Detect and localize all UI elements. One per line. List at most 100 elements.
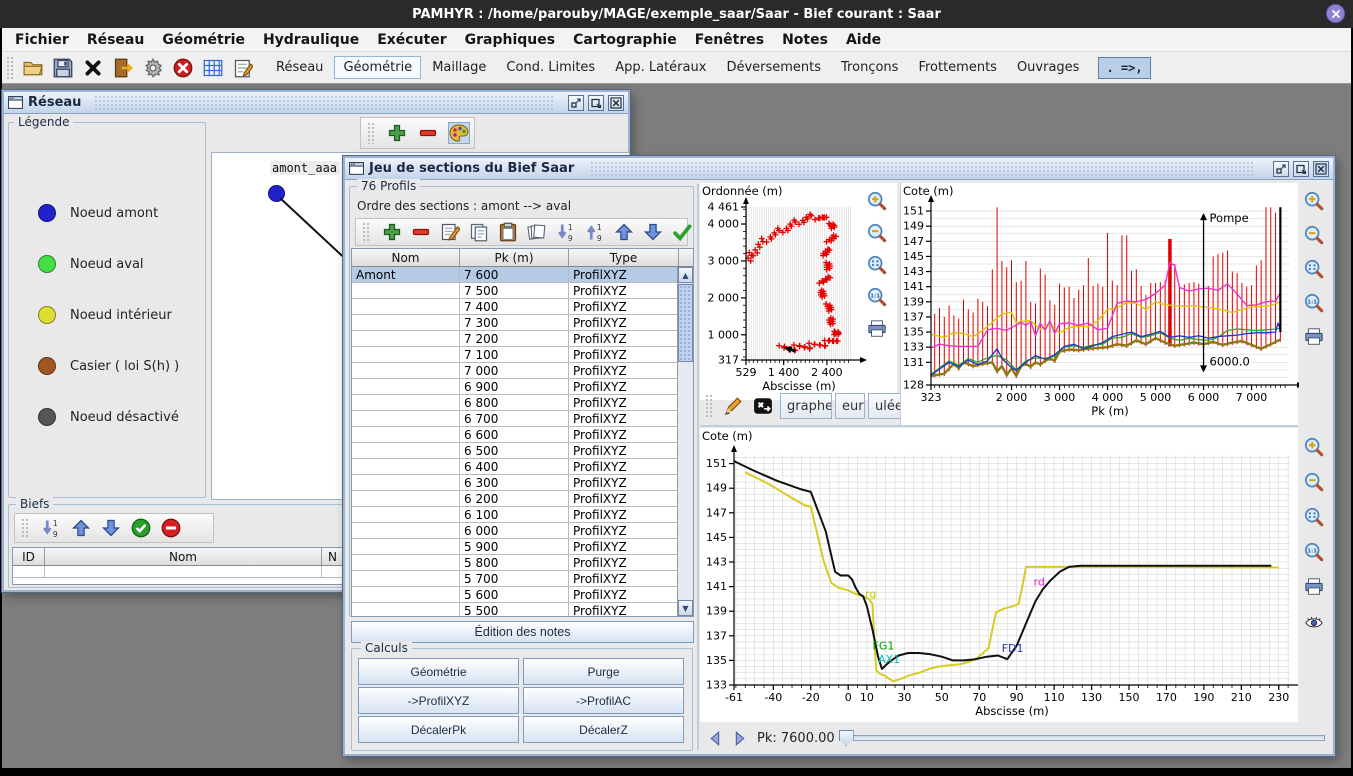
menu-hydraulique[interactable]: Hydraulique [254, 32, 368, 48]
next-profile-button[interactable] [727, 727, 751, 749]
zoom-one-icon[interactable]: 1:1 [1301, 290, 1327, 316]
zoom-one-icon[interactable]: 1:1 [1301, 539, 1327, 565]
table-row[interactable]: 6 800ProfilXYZ [352, 395, 693, 411]
close-window-button[interactable] [1313, 161, 1329, 177]
menu-exécuter[interactable]: Exécuter [368, 32, 455, 48]
toolbar-button-d-versements[interactable]: Déversements [717, 56, 830, 79]
duplicate-icon[interactable] [526, 221, 548, 243]
menu-réseau[interactable]: Réseau [78, 32, 154, 48]
zoom-out-icon[interactable] [1301, 469, 1327, 495]
col-pk[interactable]: Pk (m) [460, 249, 569, 266]
sort-desc-icon[interactable]: 19 [40, 517, 62, 539]
pk-slider[interactable] [839, 729, 1331, 747]
minimize-button[interactable] [568, 95, 584, 111]
menu-fenêtres[interactable]: Fenêtres [686, 32, 773, 48]
profils-toolbar-drag-handle[interactable] [362, 222, 371, 242]
zoom-in-icon[interactable] [1301, 434, 1327, 460]
calculs-button-d-calerz[interactable]: DécalerZ [523, 716, 684, 743]
zoom-fit-icon[interactable] [1301, 256, 1327, 282]
scroll-down-button[interactable]: ▼ [678, 600, 693, 616]
minimize-button[interactable] [1273, 161, 1289, 177]
table-row[interactable]: 5 500ProfilXYZ [352, 603, 693, 617]
plot-tab-graphe[interactable]: graphe [780, 393, 832, 419]
add-plus-icon[interactable] [381, 221, 403, 243]
table-row[interactable]: 6 300ProfilXYZ [352, 475, 693, 491]
table-row[interactable]: 5 700ProfilXYZ [352, 571, 693, 587]
paste-icon[interactable] [497, 221, 519, 243]
move-down-icon[interactable] [642, 221, 664, 243]
plot-tab-eur[interactable]: eur [835, 393, 865, 419]
visibility-eye-icon[interactable] [1301, 609, 1327, 635]
toolbar-button-app-lat-raux[interactable]: App. Latéraux [606, 56, 715, 79]
table-row[interactable]: 7 000ProfilXYZ [352, 363, 693, 379]
toolbar-button-cond-limites[interactable]: Cond. Limites [497, 56, 604, 79]
close-red-icon[interactable] [171, 56, 195, 80]
table-row[interactable]: 7 400ProfilXYZ [352, 299, 693, 315]
minus-circle-icon[interactable] [160, 517, 182, 539]
cross-section-plot[interactable]: 151149147145143141139137135133-61-40-200… [700, 428, 1298, 722]
table-grid-icon[interactable] [201, 56, 225, 80]
table-row[interactable]: 7 100ProfilXYZ [352, 347, 693, 363]
biefs-col-id[interactable]: ID [13, 548, 45, 565]
toolbar-button-maillage[interactable]: Maillage [423, 56, 495, 79]
check-circle-icon[interactable] [130, 517, 152, 539]
print-icon[interactable] [1301, 574, 1327, 600]
zoom-in-icon[interactable] [1301, 188, 1327, 214]
table-row[interactable]: 7 200ProfilXYZ [352, 331, 693, 347]
previous-profile-button[interactable] [703, 727, 727, 749]
tabs-drag-handle[interactable] [705, 394, 714, 418]
table-row[interactable]: 7 300ProfilXYZ [352, 315, 693, 331]
move-up-icon[interactable] [70, 517, 92, 539]
palette-icon[interactable] [448, 122, 470, 144]
menu-géométrie[interactable]: Géométrie [153, 32, 254, 48]
calculs-button-d-calerpk[interactable]: DécalerPk [358, 716, 519, 743]
zoom-fit-icon[interactable] [1301, 504, 1327, 530]
move-down-icon[interactable] [100, 517, 122, 539]
table-row[interactable]: 6 700ProfilXYZ [352, 411, 693, 427]
maximize-button[interactable] [588, 95, 604, 111]
print-icon[interactable] [864, 316, 890, 342]
open-folder-icon[interactable] [21, 56, 45, 80]
scroll-up-button[interactable]: ▲ [678, 267, 693, 283]
notes-button[interactable]: Édition des notes [351, 621, 694, 643]
zoom-out-icon[interactable] [864, 220, 890, 246]
symbol-button[interactable]: . =>, [1098, 57, 1150, 79]
panel-splitter[interactable] [697, 184, 699, 750]
table-row[interactable]: 5 900ProfilXYZ [352, 539, 693, 555]
col-type[interactable]: Type [569, 249, 679, 266]
table-row[interactable]: 6 000ProfilXYZ [352, 523, 693, 539]
longitudinal-plot[interactable]: 1511491471451431411391371351331311283232… [901, 183, 1299, 425]
pk-slider-thumb[interactable] [839, 730, 854, 746]
print-icon[interactable] [1301, 324, 1327, 350]
canvas-toolbar-drag-handle[interactable] [367, 122, 376, 144]
zoom-in-icon[interactable] [864, 188, 890, 214]
table-row[interactable]: 6 600ProfilXYZ [352, 427, 693, 443]
table-row[interactable]: 6 100ProfilXYZ [352, 507, 693, 523]
menu-fichier[interactable]: Fichier [6, 32, 78, 48]
add-plus-icon[interactable] [386, 122, 408, 144]
pencil-edit-icon[interactable] [721, 394, 745, 418]
settings-gear-icon[interactable] [141, 56, 165, 80]
maximize-button[interactable] [1293, 161, 1309, 177]
menu-graphiques[interactable]: Graphiques [456, 32, 564, 48]
validate-check-icon[interactable] [671, 221, 693, 243]
biefs-col-nom[interactable]: Nom [45, 548, 322, 565]
table-row[interactable]: Amont7 600ProfilXYZ [352, 267, 693, 283]
table-row[interactable]: 6 500ProfilXYZ [352, 443, 693, 459]
close-window-button[interactable] [608, 95, 624, 111]
copy-icon[interactable] [468, 221, 490, 243]
calculs-button-g-om-trie[interactable]: Géométrie [358, 658, 519, 685]
delete-cross-icon[interactable] [81, 56, 105, 80]
save-icon[interactable] [51, 56, 75, 80]
remove-minus-icon[interactable] [417, 122, 439, 144]
zoom-one-icon[interactable]: 1:1 [864, 284, 890, 310]
export-x-icon[interactable] [751, 394, 775, 418]
edit-sheet-icon[interactable] [439, 221, 461, 243]
sort-desc-icon[interactable]: 19 [555, 221, 577, 243]
app-close-button[interactable] [1326, 4, 1345, 23]
calculs-button--profilac[interactable]: ->ProfilAC [523, 687, 684, 714]
table-row[interactable]: 5 800ProfilXYZ [352, 555, 693, 571]
menu-cartographie[interactable]: Cartographie [564, 32, 686, 48]
table-row[interactable]: 6 200ProfilXYZ [352, 491, 693, 507]
toolbar-button-tron-ons[interactable]: Tronçons [832, 56, 907, 79]
